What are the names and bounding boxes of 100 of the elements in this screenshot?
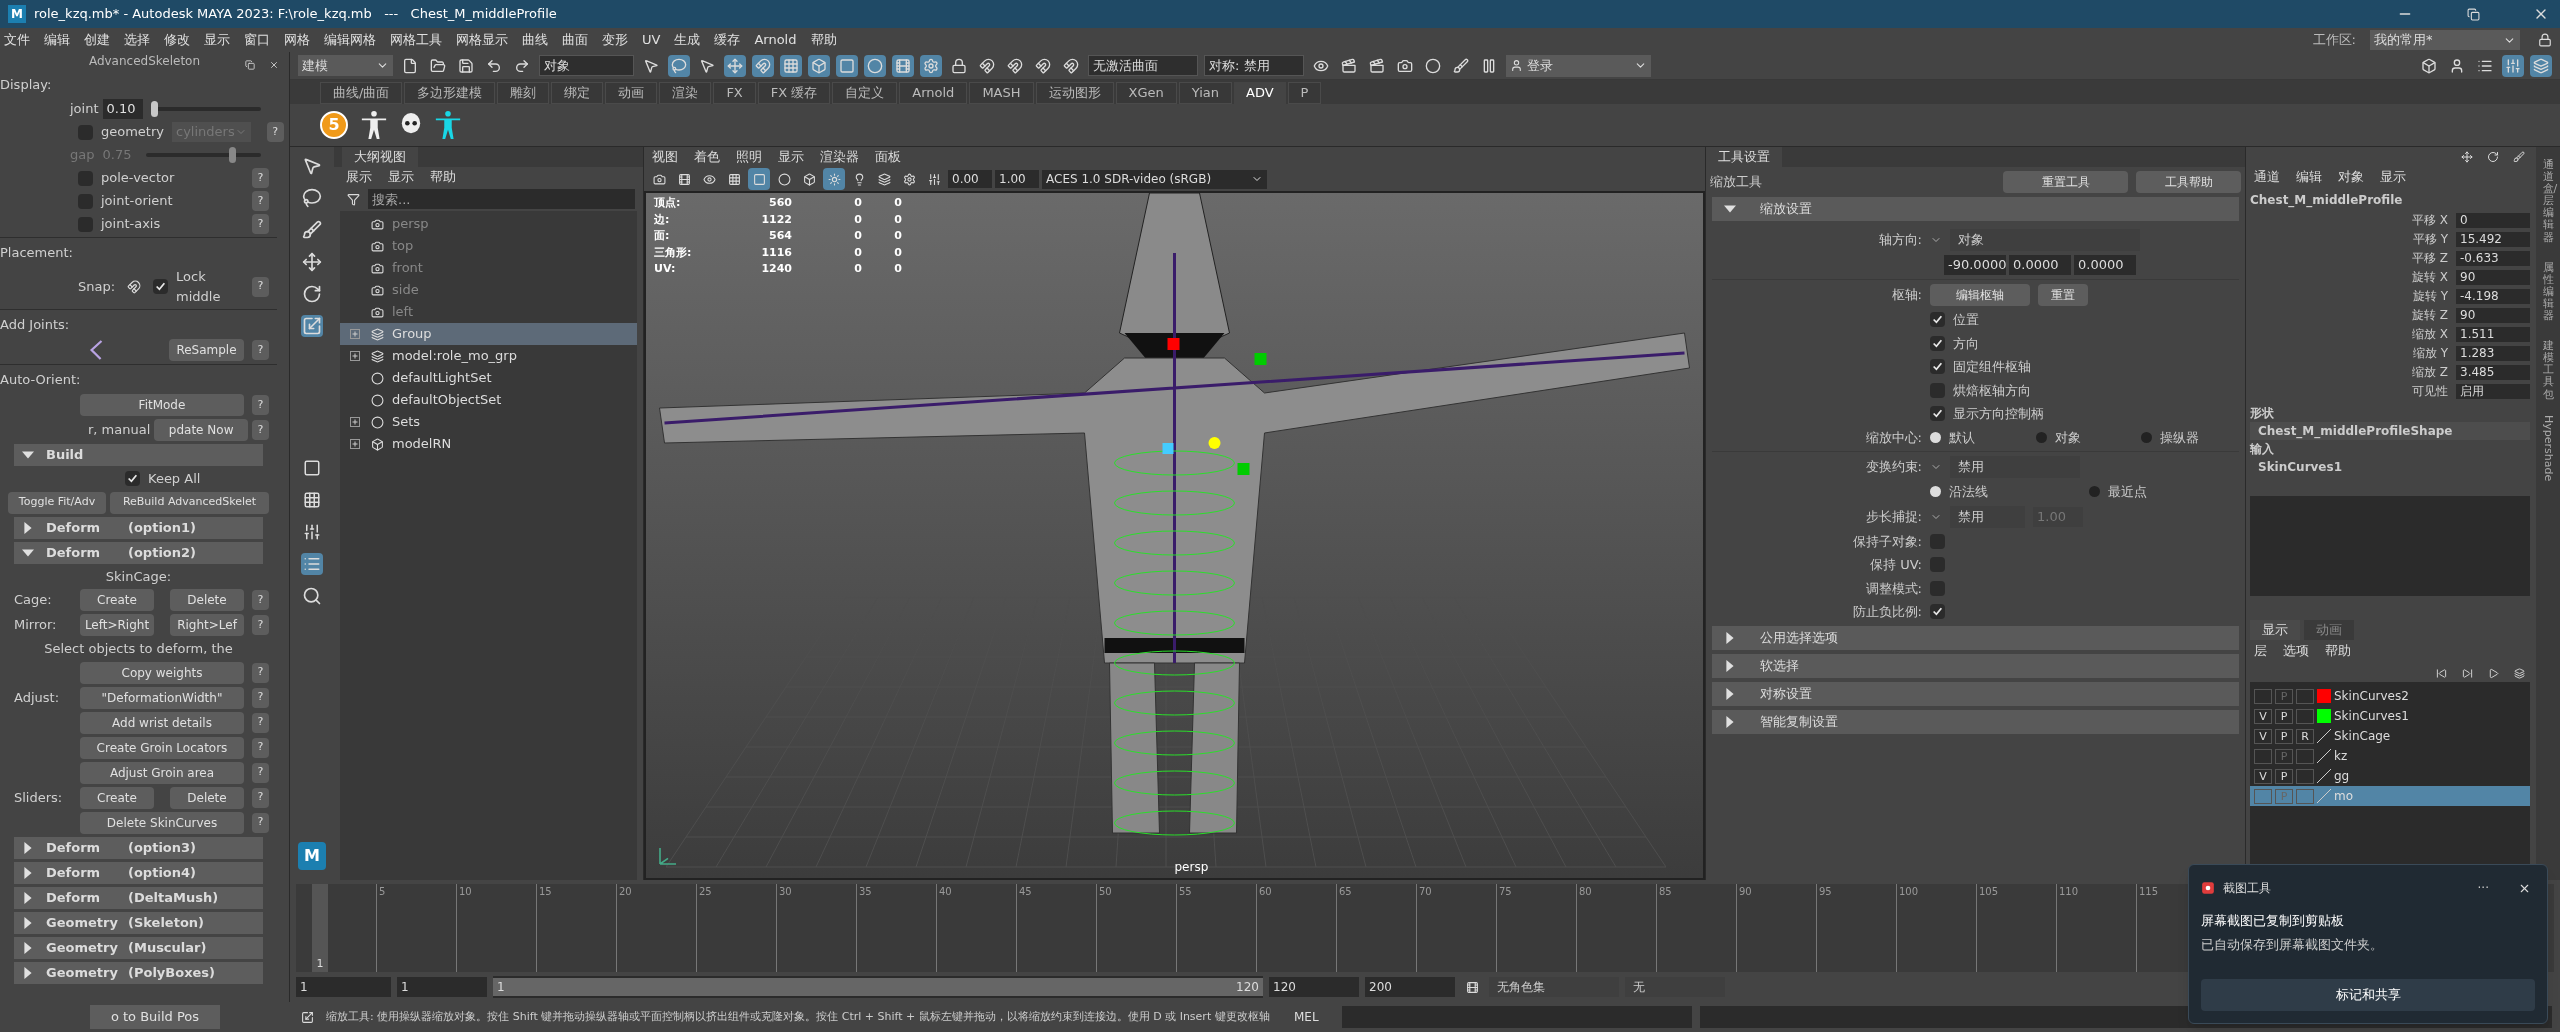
character-set-dropdown[interactable]: 无角色集 — [1489, 977, 1619, 997]
menu-item[interactable]: 渲染器 — [820, 147, 859, 167]
button[interactable]: ReBuild AdvancedSkelet — [110, 491, 269, 514]
button[interactable]: "DeformationWidth" — [80, 686, 244, 709]
layer-swatch-icon[interactable] — [2317, 749, 2331, 763]
color-space-dropdown[interactable]: ACES 1.0 SDR-video (sRGB) — [1042, 169, 1267, 189]
slider-thumb[interactable] — [150, 101, 158, 117]
visibility-toggle[interactable] — [2254, 788, 2272, 804]
menu-item[interactable]: 编辑 — [44, 30, 70, 50]
menu-item[interactable]: 帮助 — [810, 30, 837, 50]
layer-row[interactable]: V P R SkinCage — [2250, 726, 2530, 746]
section-header[interactable]: Geometry (PolyBoxes) — [14, 961, 263, 984]
checkbox[interactable] — [1930, 580, 1945, 596]
layer-color-swatch[interactable] — [2317, 689, 2331, 703]
menu-item[interactable]: 选项 — [2283, 641, 2309, 661]
button[interactable]: FitMode — [80, 394, 244, 416]
menu-item[interactable]: 面板 — [875, 147, 901, 167]
panel-tab[interactable]: 工具设置 — [1706, 147, 1782, 167]
help-button[interactable]: ? — [252, 590, 269, 610]
gamma-field[interactable]: 1.00 — [995, 170, 1039, 188]
mark-and-share-button[interactable]: 标记和共享 — [2201, 979, 2535, 1011]
visibility-toggle[interactable] — [2254, 748, 2272, 764]
shelf-tab[interactable]: 运动图形 — [1035, 82, 1114, 104]
collapsed-triangle-icon[interactable] — [1724, 631, 1736, 644]
collapsed-triangle-icon[interactable] — [22, 891, 34, 904]
layer-row[interactable]: V P gg — [2250, 766, 2530, 786]
menu-item[interactable]: 网格 — [284, 30, 310, 50]
checkbox[interactable] — [1930, 335, 1945, 351]
section-header[interactable]: Geometry (Muscular) — [14, 936, 263, 959]
menu-item[interactable]: 变形 — [602, 30, 628, 50]
help-button[interactable]: ? — [252, 712, 269, 733]
collapsed-triangle-icon[interactable] — [22, 941, 34, 954]
menu-item[interactable]: 创建 — [84, 30, 110, 50]
checkbox[interactable] — [78, 216, 93, 232]
viewport-background[interactable]: 顶点: 560 0 0 边: 1122 0 0 面: 564 0 0 三角形: 1116 0 0 UV: 1240 0 0 persp — [644, 191, 1705, 880]
workspace-dropdown[interactable]: 我的常用* — [2370, 30, 2520, 50]
expand-icon[interactable] — [350, 329, 360, 339]
search-field[interactable]: 搜索... — [368, 189, 635, 209]
button[interactable]: Copy weights — [80, 661, 244, 684]
radio-button[interactable] — [2035, 431, 2047, 443]
symmetry-field[interactable]: 对称: 禁用 — [1204, 55, 1304, 76]
menu-item[interactable]: 着色 — [694, 147, 720, 167]
menu-item[interactable]: 窗口 — [244, 30, 270, 50]
checkbox[interactable] — [78, 193, 93, 209]
outliner-item[interactable]: Group — [340, 323, 637, 345]
menu-item[interactable]: 文件 — [4, 30, 30, 50]
help-button[interactable]: ? — [252, 191, 269, 211]
section-header[interactable]: Deform (option1) — [14, 516, 263, 539]
end-frame-field[interactable]: 200 — [1365, 977, 1455, 997]
checkbox[interactable] — [78, 124, 93, 140]
settings-icon[interactable] — [920, 54, 942, 77]
channel-value[interactable]: 90 — [2456, 269, 2530, 285]
build-pose-button[interactable]: o to Build Pos — [90, 1005, 220, 1029]
shelf-tab[interactable]: MASH — [969, 82, 1034, 104]
visibility-toggle[interactable]: V — [2254, 708, 2272, 724]
range-slider-bar[interactable]: 1 120 — [493, 978, 1263, 996]
selection-mode-field[interactable]: 对象 — [539, 55, 634, 76]
menu-item[interactable]: 照明 — [736, 147, 762, 167]
menu-item[interactable]: 帮助 — [430, 167, 456, 187]
help-button[interactable]: ? — [252, 168, 269, 188]
snap-icon[interactable] — [752, 54, 774, 77]
reference-toggle[interactable] — [2296, 788, 2314, 804]
side-tab[interactable]: 属性编辑器 — [2542, 257, 2554, 327]
layer-swatch-icon[interactable] — [2317, 789, 2331, 803]
constraint-dropdown[interactable]: 禁用 — [1950, 456, 2080, 478]
figure-icon[interactable] — [360, 109, 388, 141]
shelf-tab[interactable]: 动画 — [605, 82, 658, 104]
section-header[interactable]: 缩放设置 — [1712, 197, 2239, 221]
section-header[interactable]: 智能复制设置 — [1712, 709, 2239, 734]
layer-swatch-icon[interactable] — [2317, 769, 2331, 783]
button[interactable]: Delete — [170, 589, 244, 611]
command-input[interactable] — [1342, 1006, 1692, 1028]
section-header[interactable]: 对称设置 — [1712, 681, 2239, 706]
button[interactable]: Add wrist details — [80, 711, 244, 734]
menu-item[interactable]: 网格工具 — [390, 30, 442, 50]
help-button[interactable]: ? — [252, 762, 269, 783]
playback-toggle[interactable]: P — [2275, 728, 2293, 744]
film-icon[interactable] — [892, 54, 914, 77]
expanded-triangle-icon[interactable] — [22, 449, 34, 461]
reset-tool-button[interactable]: 重置工具 — [2003, 171, 2128, 193]
section-header[interactable]: Deform (DeltaMush) — [14, 886, 263, 909]
channel-value[interactable]: 启用 — [2456, 383, 2530, 399]
menu-item[interactable]: 通道 — [2254, 167, 2280, 187]
shelf-tab[interactable]: 自定义 — [832, 82, 898, 104]
button[interactable]: ReSample — [169, 339, 244, 361]
button[interactable]: Create Groin Locators — [80, 736, 244, 759]
help-button[interactable]: ? — [252, 276, 269, 297]
collapsed-triangle-icon[interactable] — [22, 866, 34, 879]
button[interactable]: 编辑枢轴 — [1930, 284, 2030, 306]
radio-button[interactable] — [2141, 431, 2153, 443]
square-icon[interactable] — [836, 54, 858, 77]
step-dropdown[interactable]: 禁用 — [1950, 505, 2025, 528]
lasso-icon[interactable] — [301, 187, 323, 209]
checkbox[interactable] — [1930, 382, 1945, 398]
visibility-toggle[interactable]: V — [2254, 768, 2272, 784]
help-button[interactable]: ? — [252, 812, 269, 833]
outliner-item[interactable]: modelRN — [340, 433, 637, 455]
reference-toggle[interactable] — [2296, 748, 2314, 764]
expand-icon[interactable] — [350, 439, 360, 449]
menu-item[interactable]: 视图 — [652, 147, 678, 167]
